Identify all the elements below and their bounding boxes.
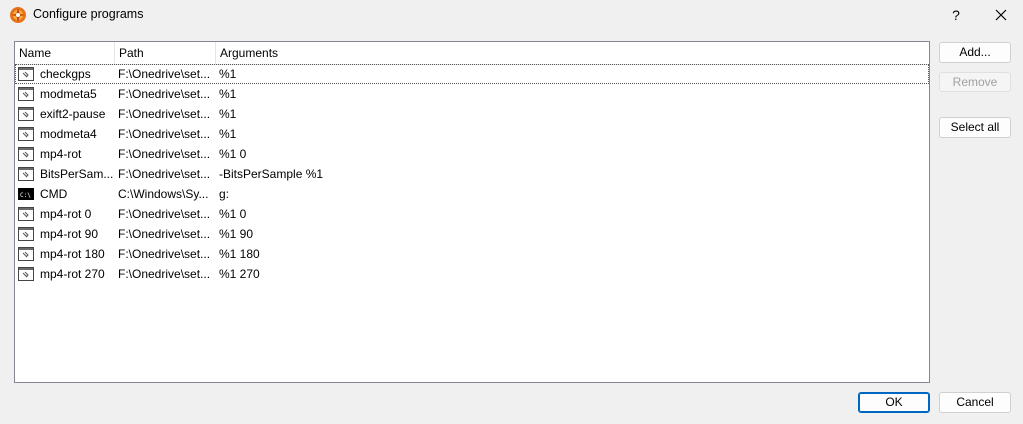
program-path: F:\Onedrive\set... [118,247,211,261]
table-row[interactable]: modmeta5 F:\Onedrive\set... %1 [15,84,929,104]
program-name: CMD [40,187,68,201]
program-arguments: %1 [219,107,237,121]
program-name: exift2-pause [40,107,106,121]
program-name: modmeta5 [40,87,97,101]
program-arguments: %1 0 [219,147,247,161]
program-icon [18,67,34,81]
program-icon [18,267,34,281]
table-row[interactable]: mp4-rot 90 F:\Onedrive\set... %1 90 [15,224,929,244]
program-path: C:\Windows\Sy... [118,187,209,201]
program-arguments: %1 [219,87,237,101]
program-icon [18,147,34,161]
program-icon [18,127,34,141]
program-path: F:\Onedrive\set... [118,207,211,221]
program-path: F:\Onedrive\set... [118,167,211,181]
program-path: F:\Onedrive\set... [118,67,211,81]
program-name: checkgps [40,67,91,81]
program-arguments: -BitsPerSample %1 [219,167,324,181]
program-path: F:\Onedrive\set... [118,127,211,141]
program-arguments: g: [219,187,230,201]
list-header: Name Path Arguments [15,42,929,65]
table-row[interactable]: mp4-rot 270 F:\Onedrive\set... %1 270 [15,264,929,284]
program-path: F:\Onedrive\set... [118,267,211,281]
table-row[interactable]: BitsPerSam... F:\Onedrive\set... -BitsPerS… [15,164,929,184]
program-arguments: %1 180 [219,247,260,261]
program-name: modmeta4 [40,127,97,141]
program-path: F:\Onedrive\set... [118,87,211,101]
table-row[interactable]: mp4-rot 0 F:\Onedrive\set... %1 0 [15,204,929,224]
table-row[interactable]: exift2-pause F:\Onedrive\set... %1 [15,104,929,124]
program-icon [18,207,34,221]
column-header-name[interactable]: Name [15,42,115,64]
list-rows: checkgps F:\Onedrive\set... %1 modmeta5 F:\O… [15,64,929,284]
close-button[interactable] [988,4,1014,26]
program-icon [18,247,34,261]
help-button[interactable]: ? [944,4,968,26]
ok-button[interactable]: OK [858,392,930,413]
program-name: mp4-rot 90 [40,227,99,241]
program-name: mp4-rot 270 [40,267,105,281]
console-icon: C:\ [18,187,34,201]
column-header-arguments[interactable]: Arguments [216,42,516,64]
title-bar: Configure programs ? [0,0,1023,30]
svg-text:C:\: C:\ [20,192,31,199]
select-all-button[interactable]: Select all [939,117,1011,138]
program-name: mp4-rot [40,147,82,161]
table-row[interactable]: mp4-rot F:\Onedrive\set... %1 0 [15,144,929,164]
cancel-button[interactable]: Cancel [939,392,1011,413]
program-icon [18,87,34,101]
table-row[interactable]: checkgps F:\Onedrive\set... %1 [15,64,929,84]
program-path: F:\Onedrive\set... [118,107,211,121]
table-row[interactable]: C:\ CMD C:\Windows\Sy... g: [15,184,929,204]
program-arguments: %1 0 [219,207,247,221]
table-row[interactable]: mp4-rot 180 F:\Onedrive\set... %1 180 [15,244,929,264]
program-name: mp4-rot 180 [40,247,105,261]
add-button[interactable]: Add... [939,42,1011,63]
program-name: BitsPerSam... [40,167,114,181]
program-arguments: %1 270 [219,267,260,281]
column-header-path[interactable]: Path [115,42,216,64]
program-path: F:\Onedrive\set... [118,227,211,241]
program-icon [18,167,34,181]
program-arguments: %1 90 [219,227,254,241]
programs-list[interactable]: Name Path Arguments checkgps F:\Onedrive\… [14,41,930,383]
program-icon [18,107,34,121]
close-icon [995,9,1007,21]
program-icon [18,227,34,241]
window-title: Configure programs [33,7,144,21]
program-arguments: %1 [219,67,237,81]
program-arguments: %1 [219,127,237,141]
table-row[interactable]: modmeta4 F:\Onedrive\set... %1 [15,124,929,144]
program-name: mp4-rot 0 [40,207,92,221]
remove-button[interactable]: Remove [939,72,1011,92]
program-path: F:\Onedrive\set... [118,147,211,161]
app-logo-icon [10,7,26,23]
